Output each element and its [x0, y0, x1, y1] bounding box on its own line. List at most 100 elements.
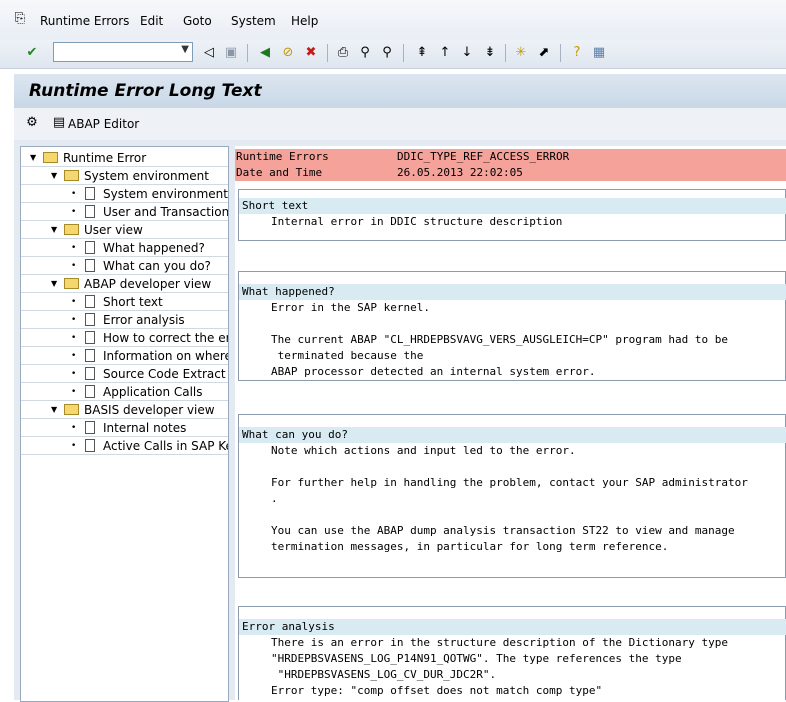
abap-editor-icon[interactable]: ▤	[50, 114, 68, 132]
expand-arrow-icon[interactable]: ▼	[51, 401, 57, 419]
tree-label: System environment	[84, 169, 209, 183]
bullet-icon: •	[71, 297, 77, 307]
document-icon	[85, 421, 95, 434]
tree-node-internal-notes[interactable]: • Internal notes	[21, 419, 228, 437]
cancel-icon[interactable]: ✖	[302, 44, 320, 62]
date-time-label: Date and Time	[236, 166, 323, 179]
expand-arrow-icon[interactable]: ▼	[51, 221, 57, 239]
help-icon[interactable]: ?	[568, 44, 586, 62]
what-can-you-do-section: What can you do? Note which actions and …	[238, 414, 786, 578]
new-session-icon[interactable]: ✳	[512, 44, 530, 62]
tree-node-what-can-you-do[interactable]: • What can you do?	[21, 257, 228, 275]
document-icon	[85, 313, 95, 326]
tree-node-user-and-transaction[interactable]: • User and Transaction	[21, 203, 228, 221]
first-page-icon[interactable]: ⇞	[413, 44, 431, 62]
print-icon[interactable]: ⎙	[334, 44, 352, 62]
tree-label: BASIS developer view	[84, 403, 215, 417]
document-icon	[85, 367, 95, 380]
tree-node-what-happened[interactable]: • What happened?	[21, 239, 228, 257]
last-page-icon[interactable]: ⇟	[481, 44, 499, 62]
bullet-icon: •	[71, 207, 77, 217]
tree-node-system-environment[interactable]: • System environment	[21, 185, 228, 203]
layout-menu-icon[interactable]: ▦	[590, 44, 608, 62]
tree-node-error-analysis[interactable]: • Error analysis	[21, 311, 228, 329]
toolbar-separator	[560, 44, 561, 62]
abap-editor-button[interactable]: ABAP Editor	[68, 117, 139, 131]
menu-goto[interactable]: Goto	[183, 14, 212, 28]
text-line: termination messages, in particular for …	[271, 540, 669, 553]
runtime-errors-label: Runtime Errors	[236, 150, 329, 163]
exit-icon[interactable]: ⊘	[279, 44, 297, 62]
tree-node-system-environment-group[interactable]: ▼ System environment	[21, 167, 228, 185]
standard-toolbar: ✔ ▼ ◁ ▣ ◀ ⊘ ✖ ⎙ ⚲ ⚲ ⇞ ↑ ↓ ⇟ ✳ ⬈ ? ▦	[0, 40, 786, 69]
page-title: Runtime Error Long Text	[29, 81, 262, 101]
shortcut-icon[interactable]: ⬈	[535, 44, 553, 62]
tree-label: Short text	[103, 295, 163, 309]
text-line: "HRDEPBSVASENS_LOG_CV_DUR_JDC2R".	[271, 668, 497, 681]
text-line: For further help in handling the problem…	[271, 476, 748, 489]
document-icon	[85, 187, 95, 200]
document-icon	[85, 439, 95, 452]
menu-edit[interactable]: Edit	[140, 14, 163, 28]
tree-label: Information on where	[103, 349, 228, 363]
folder-icon	[43, 152, 58, 163]
tree-node-abap-developer-view[interactable]: ▼ ABAP developer view	[21, 275, 228, 293]
text-line: "HRDEPBSVASENS_LOG_P14N91_QOTWG". The ty…	[271, 652, 682, 665]
tree-label: How to correct the er	[103, 331, 228, 345]
command-field[interactable]: ▼	[53, 42, 193, 62]
menu-bar: ⎘ Runtime Errors Edit Goto System Help	[0, 0, 786, 40]
tree-label: System environment	[103, 187, 228, 201]
find-icon[interactable]: ⚲	[356, 44, 374, 62]
bullet-icon: •	[71, 441, 77, 451]
menu-runtime-errors[interactable]: Runtime Errors	[40, 14, 129, 28]
tree-label: Runtime Error	[63, 151, 147, 165]
tree-node-information-on-where[interactable]: • Information on where	[21, 347, 228, 365]
text-line: Note which actions and input led to the …	[271, 444, 576, 457]
text-line: Error in the SAP kernel.	[271, 301, 430, 314]
tree-node-source-code-extract[interactable]: • Source Code Extract	[21, 365, 228, 383]
menu-system[interactable]: System	[231, 14, 276, 28]
bullet-icon: •	[71, 243, 77, 253]
next-page-icon[interactable]: ↓	[458, 44, 476, 62]
folder-icon	[64, 278, 79, 289]
expand-arrow-icon[interactable]: ▼	[51, 167, 57, 185]
short-text-section: Short text Internal error in DDIC struct…	[238, 189, 786, 241]
bullet-icon: •	[71, 315, 77, 325]
tree-node-short-text[interactable]: • Short text	[21, 293, 228, 311]
folder-icon	[64, 404, 79, 415]
bullet-icon: •	[71, 369, 77, 379]
tree-label: Internal notes	[103, 421, 187, 435]
save-icon[interactable]: ▣	[222, 44, 240, 62]
error-analysis-section: Error analysis There is an error in the …	[238, 606, 786, 700]
debugger-icon[interactable]: ⚙	[23, 114, 41, 132]
bullet-icon: •	[71, 189, 77, 199]
find-next-icon[interactable]: ⚲	[378, 44, 396, 62]
tree-node-runtime-error[interactable]: ▼ Runtime Error	[21, 149, 228, 167]
chevron-down-icon[interactable]: ▼	[181, 44, 189, 55]
tree-node-application-calls[interactable]: • Application Calls	[21, 383, 228, 401]
text-line: .	[271, 492, 278, 505]
tree-label: Active Calls in SAP Ker	[103, 439, 228, 453]
section-title: What can you do?	[239, 427, 786, 443]
expand-arrow-icon[interactable]: ▼	[30, 149, 36, 167]
tree-node-user-view[interactable]: ▼ User view	[21, 221, 228, 239]
expand-arrow-icon[interactable]: ▼	[51, 275, 57, 293]
previous-page-icon[interactable]: ↑	[436, 44, 454, 62]
tree-node-how-to-correct[interactable]: • How to correct the er	[21, 329, 228, 347]
tree-label: Application Calls	[103, 385, 203, 399]
document-icon	[85, 349, 95, 362]
menu-help[interactable]: Help	[291, 14, 318, 28]
enter-checkmark-icon[interactable]: ✔	[23, 44, 41, 62]
main-area: ▼ Runtime Error ▼ System environment • S…	[14, 140, 786, 702]
what-happened-section: What happened? Error in the SAP kernel. …	[238, 271, 786, 381]
tree-node-active-calls[interactable]: • Active Calls in SAP Ker	[21, 437, 228, 455]
document-icon	[85, 259, 95, 272]
tree-node-basis-developer-view[interactable]: ▼ BASIS developer view	[21, 401, 228, 419]
title-bar: Runtime Error Long Text	[14, 74, 786, 108]
long-text-pane: Runtime Errors DDIC_TYPE_REF_ACCESS_ERRO…	[235, 146, 786, 700]
menu-icon[interactable]: ⎘	[11, 10, 29, 28]
back-icon[interactable]: ◀	[256, 44, 274, 62]
folder-icon	[64, 224, 79, 235]
collapse-left-icon[interactable]: ◁	[200, 44, 218, 62]
tree-label: User and Transaction	[103, 205, 228, 219]
